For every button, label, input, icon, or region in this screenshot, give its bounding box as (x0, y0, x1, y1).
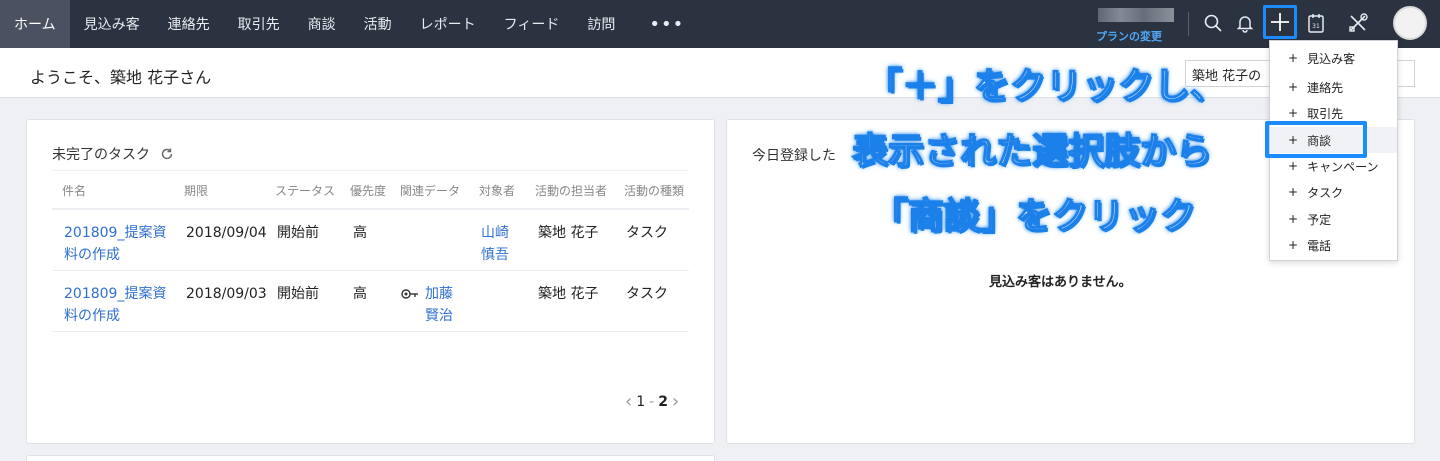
task-type: タスク (626, 286, 668, 302)
pagination: ‹ 1 - 2 › (625, 391, 679, 412)
create-menu-item-contact[interactable]: + 連絡先 (1270, 74, 1397, 100)
next-card (26, 455, 715, 461)
nav-tab-deals[interactable]: 商談 (294, 0, 350, 48)
create-plus-button[interactable] (1263, 5, 1297, 39)
task-priority: 高 (353, 286, 367, 302)
col-owner[interactable]: 活動の担当者 (535, 182, 607, 199)
annotation-line-2: 表示された選択肢から (851, 130, 1213, 173)
user-avatar[interactable] (1393, 6, 1427, 40)
col-due[interactable]: 期限 (184, 182, 208, 199)
create-menu-item-event[interactable]: + 予定 (1270, 206, 1397, 232)
page-separator: - (649, 393, 655, 410)
annotation-line-3: 「商談」をクリック (871, 195, 1197, 238)
task-due: 2018/09/04 (186, 225, 267, 241)
svg-text:31: 31 (1312, 23, 1320, 30)
setup-tools-icon[interactable] (1343, 8, 1373, 38)
tasks-table-header: 件名 期限 ステータス 優先度 関連データ 対象者 活動の担当者 活動の種類 (52, 170, 689, 210)
col-type[interactable]: 活動の種類 (624, 182, 684, 199)
welcome-text: ようこそ、築地 花子さん (30, 68, 212, 87)
deal-highlight-box (1265, 121, 1367, 158)
table-row: 201809_提案資料の作成 2018/09/03 開始前 高 加藤 賢治 築地… (52, 271, 689, 332)
task-due: 2018/09/03 (186, 286, 267, 302)
menu-item-label: 取引先 (1307, 106, 1344, 121)
search-icon[interactable] (1198, 8, 1228, 38)
col-priority[interactable]: 優先度 (350, 182, 386, 199)
task-owner: 築地 花子 (538, 286, 599, 302)
task-subject-link[interactable]: 201809_提案資料の作成 (64, 283, 179, 327)
table-row: 201809_提案資料の作成 2018/09/04 開始前 高 山崎 慎吾 築地… (52, 210, 689, 271)
create-menu-item-lead[interactable]: + 見込み客 (1270, 45, 1397, 71)
task-priority: 高 (353, 225, 367, 241)
nav-tab-home[interactable]: ホーム (0, 0, 70, 48)
task-related-link[interactable]: 加藤 賢治 (425, 283, 459, 327)
menu-item-label: 予定 (1307, 212, 1332, 227)
no-leads-message: 見込み客はありません。 (989, 275, 1132, 290)
org-name-blurred (1098, 8, 1174, 22)
menu-item-label: 電話 (1307, 238, 1332, 253)
create-menu-item-call[interactable]: + 電話 (1270, 232, 1397, 258)
nav-tab-reports[interactable]: レポート (406, 0, 490, 48)
menu-item-label: 見込み客 (1307, 51, 1356, 66)
task-type: タスク (626, 225, 668, 241)
task-subject-link[interactable]: 201809_提案資料の作成 (64, 222, 179, 266)
tasks-table: 件名 期限 ステータス 優先度 関連データ 対象者 活動の担当者 活動の種類 2… (52, 170, 689, 332)
todays-leads-title: 今日登録した (752, 148, 836, 164)
task-status: 開始前 (277, 286, 319, 302)
contact-key-icon (401, 286, 419, 308)
bell-icon[interactable] (1230, 8, 1260, 38)
nav-divider (1188, 12, 1189, 36)
plus-icon (1271, 13, 1289, 31)
calendar-icon[interactable]: 31 (1301, 8, 1331, 38)
chevron-right-icon[interactable]: › (672, 391, 679, 412)
menu-item-label: キャンペーン (1307, 159, 1379, 174)
nav-tab-visits[interactable]: 訪問 (573, 0, 629, 48)
col-target[interactable]: 対象者 (479, 182, 515, 199)
page-current: 1 (636, 393, 646, 410)
plan-change-link[interactable]: プランの変更 (1096, 28, 1162, 44)
col-related[interactable]: 関連データ (400, 182, 460, 199)
nav-tab-contacts[interactable]: 連絡先 (154, 0, 224, 48)
open-tasks-card: 未完了のタスク 件名 期限 ステータス 優先度 関連データ 対象者 活動の担当者… (26, 119, 715, 444)
col-status[interactable]: ステータス (275, 182, 335, 199)
nav-more-button[interactable]: ••• (629, 0, 704, 48)
task-owner: 築地 花子 (538, 225, 599, 241)
nav-tabs: ホーム 見込み客 連絡先 取引先 商談 活動 レポート フィード 訪問 ••• (0, 0, 704, 48)
col-subject[interactable]: 件名 (62, 182, 86, 199)
menu-item-label: 連絡先 (1307, 80, 1344, 95)
annotation-line-1: 「＋」をクリックし、 (865, 65, 1227, 108)
top-nav: ホーム 見込み客 連絡先 取引先 商談 活動 レポート フィード 訪問 ••• … (0, 0, 1440, 48)
chevron-left-icon[interactable]: ‹ (625, 391, 632, 412)
task-status: 開始前 (277, 225, 319, 241)
refresh-icon[interactable] (160, 147, 174, 161)
nav-tab-feeds[interactable]: フィード (490, 0, 574, 48)
open-tasks-title: 未完了のタスク (52, 144, 174, 164)
nav-tab-accounts[interactable]: 取引先 (224, 0, 294, 48)
nav-tab-activities[interactable]: 活動 (350, 0, 406, 48)
nav-tab-leads[interactable]: 見込み客 (70, 0, 154, 48)
page-total[interactable]: 2 (658, 394, 668, 410)
org-block: プランの変更 (1094, 4, 1184, 44)
create-menu-item-task[interactable]: + タスク (1270, 179, 1397, 205)
menu-item-label: タスク (1307, 185, 1344, 200)
open-tasks-title-text: 未完了のタスク (52, 147, 150, 163)
task-target-link[interactable]: 山崎 慎吾 (481, 222, 515, 266)
